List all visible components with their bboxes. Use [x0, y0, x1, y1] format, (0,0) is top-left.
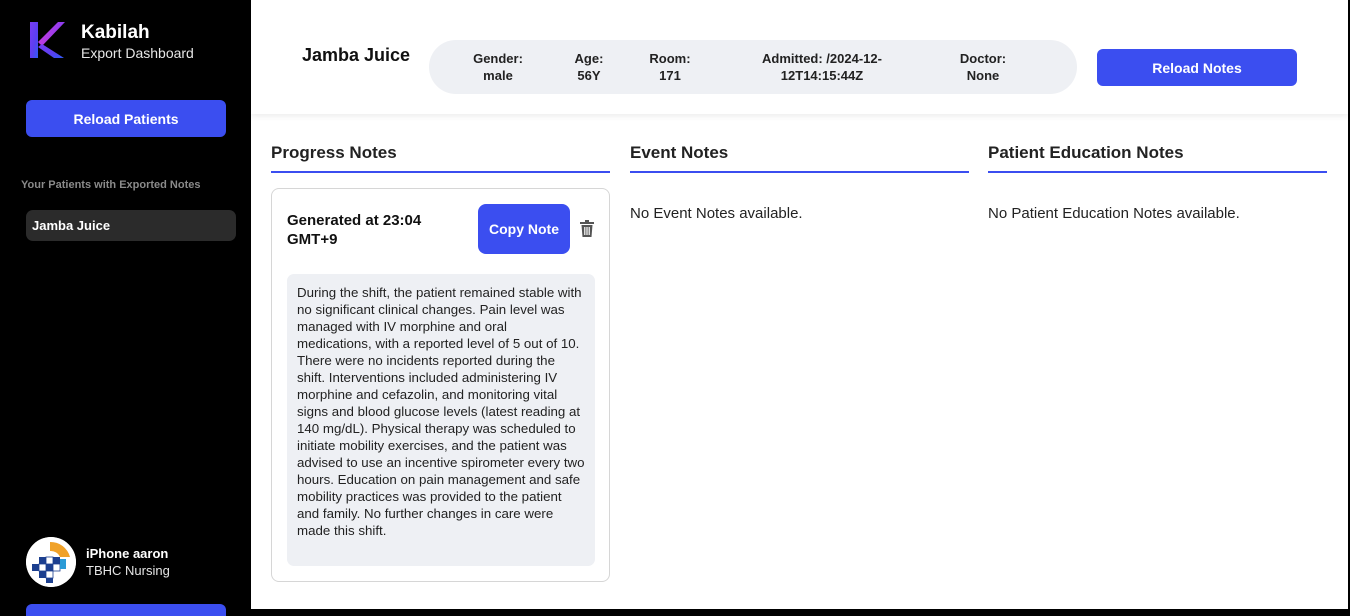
admitted-label: Admitted: /2024-12- — [762, 51, 882, 66]
age-info: Age: 56Y — [571, 50, 607, 84]
progress-notes-column: Progress Notes Generated at 23:04 GMT+9 … — [271, 143, 610, 582]
user-profile[interactable]: iPhone aaron TBHC Nursing — [26, 537, 170, 587]
event-notes-column: Event Notes No Event Notes available. — [630, 143, 969, 222]
room-value: 171 — [659, 68, 681, 83]
copy-note-button[interactable]: Copy Note — [478, 204, 570, 254]
page-title: Jamba Juice — [302, 45, 411, 65]
gender-info: Gender: male — [471, 50, 525, 84]
age-value: 56Y — [577, 68, 601, 83]
admitted-info: Admitted: /2024-12- 12T14:15:44Z — [747, 50, 897, 84]
note-card: Generated at 23:04 GMT+9 Copy Note Durin… — [271, 188, 610, 582]
sidebar: Kabilah Export Dashboard Reload Patients… — [0, 0, 251, 616]
kabilah-logo-icon — [30, 22, 65, 58]
sidebar-bottom-button[interactable] — [26, 604, 226, 616]
brand-name: Kabilah — [81, 22, 150, 43]
patient-info-bar: Gender: male Age: 56Y Room: 171 Admitted… — [429, 40, 1077, 94]
trash-icon[interactable] — [580, 220, 594, 237]
user-org: TBHC Nursing — [86, 563, 170, 578]
doctor-info: Doctor: None — [955, 50, 1011, 84]
education-notes-empty: No Patient Education Notes available. — [988, 205, 1240, 222]
age-label: Age: — [574, 51, 604, 66]
gender-label: Gender: — [473, 51, 523, 66]
sidebar-item-patient[interactable]: Jamba Juice — [26, 210, 236, 241]
room-info: Room: 171 — [645, 50, 695, 84]
event-notes-empty: No Event Notes available. — [630, 205, 803, 222]
education-notes-title: Patient Education Notes — [988, 143, 1327, 173]
admitted-value: 12T14:15:44Z — [780, 68, 864, 83]
patients-heading: Your Patients with Exported Notes — [21, 179, 201, 191]
user-name: iPhone aaron — [86, 546, 169, 561]
brand-subtitle: Export Dashboard — [81, 45, 194, 61]
note-body: During the shift, the patient remained s… — [287, 274, 595, 566]
main-content: Jamba Juice Gender: male Age: 56Y Room: … — [251, 0, 1348, 609]
tbhc-logo-icon — [26, 537, 76, 587]
patient-header: Jamba Juice Gender: male Age: 56Y Room: … — [251, 0, 1348, 114]
education-notes-column: Patient Education Notes No Patient Educa… — [988, 143, 1327, 222]
note-generated-time: Generated at 23:04 GMT+9 — [287, 212, 422, 248]
doctor-value: None — [966, 68, 1000, 83]
reload-patients-button[interactable]: Reload Patients — [26, 100, 226, 137]
progress-notes-title: Progress Notes — [271, 143, 610, 173]
event-notes-title: Event Notes — [630, 143, 969, 173]
avatar — [26, 537, 76, 587]
doctor-label: Doctor: — [959, 51, 1007, 66]
brand: Kabilah Export Dashboard — [28, 20, 194, 62]
room-label: Room: — [649, 51, 691, 66]
gender-value: male — [483, 68, 513, 83]
reload-notes-button[interactable]: Reload Notes — [1097, 49, 1297, 86]
